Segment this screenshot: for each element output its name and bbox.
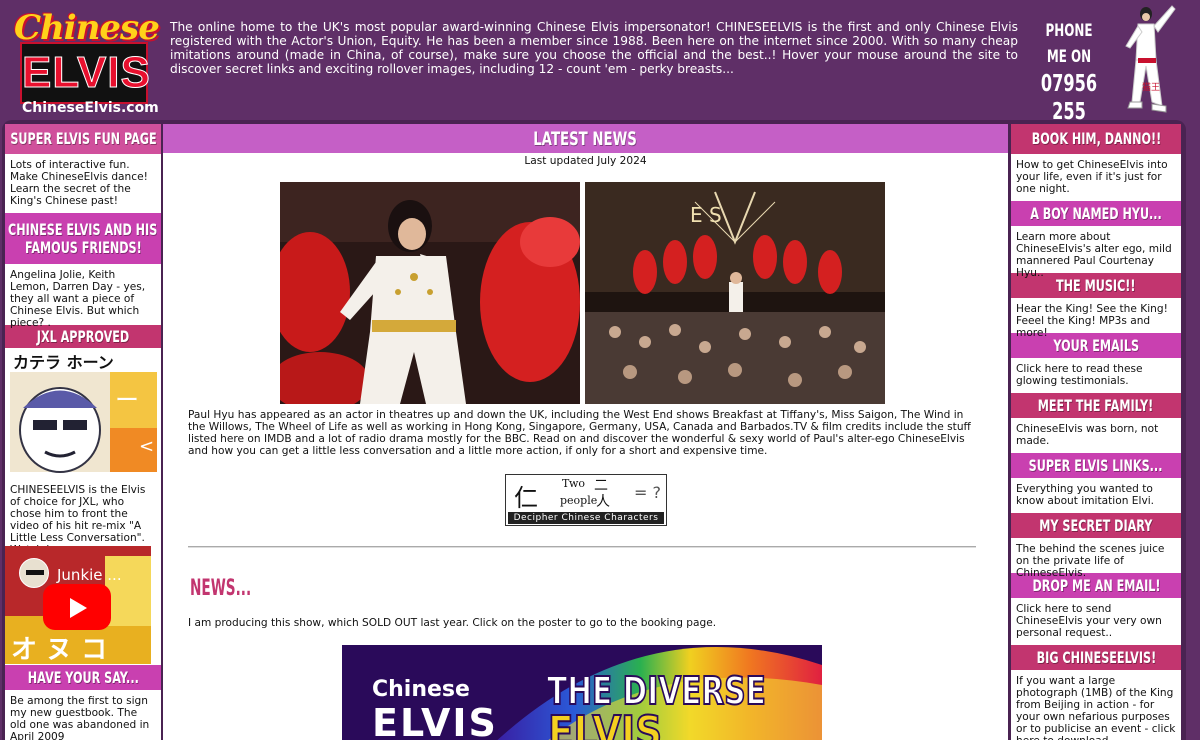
svg-text:オ ヌ コ: オ ヌ コ	[11, 635, 107, 664]
intro-text: The online home to the UK's most popular…	[170, 20, 1018, 76]
decipher-banner-label: Decipher Chinese Characters	[508, 512, 664, 524]
decipher-char-ren: 仁	[514, 484, 538, 512]
decipher-equals-question: = ?	[634, 483, 661, 502]
phone-label: PHONE ME ON	[1045, 21, 1093, 67]
big-chineseelvis-heading-label: BIG CHINESEELVIS!	[1036, 647, 1156, 667]
book-him-heading[interactable]: BOOK HIM, DANNO!!	[1011, 124, 1181, 154]
logo-elvis-text: ELVIS	[22, 48, 151, 98]
photo-gallery: E S	[280, 182, 885, 404]
meet-family-heading[interactable]: MEET THE FAMILY!	[1011, 392, 1181, 418]
secret-diary-heading-label: MY SECRET DIARY	[1039, 515, 1153, 535]
super-elvis-links-heading[interactable]: SUPER ELVIS LINKS...	[1011, 452, 1181, 478]
jxl-heading-label: JXL APPROVED	[36, 326, 130, 346]
news-text: I am producing this show, which SOLD OUT…	[188, 617, 717, 629]
stage-show-photo[interactable]: E S	[585, 182, 885, 404]
have-your-say-heading[interactable]: HAVE YOUR SAY...	[5, 664, 161, 690]
famous-friends-heading[interactable]: CHINESE ELVIS AND HIS FAMOUS FRIENDS!	[5, 212, 161, 264]
secret-diary-heading[interactable]: MY SECRET DIARY	[1011, 512, 1181, 538]
your-emails-heading-label: YOUR EMAILS	[1053, 335, 1139, 355]
dancing-elvis-figure[interactable]: 猫王	[1118, 2, 1180, 116]
meet-family-heading-label: MEET THE FAMILY!	[1038, 395, 1154, 415]
latest-news-heading-label: LATEST NEWS	[533, 127, 638, 150]
secret-diary-text[interactable]: The behind the scenes juice on the priva…	[1011, 538, 1181, 579]
decipher-char-people: 人	[596, 494, 610, 510]
book-him-heading-label: BOOK HIM, DANNO!!	[1031, 129, 1161, 148]
decipher-banner-art: 仁 Two 二 people 人 = ?	[506, 475, 666, 512]
section-divider	[188, 546, 976, 548]
poster-elvis-text: ELVIS	[372, 701, 498, 740]
main-content: LATEST NEWS Last updated July 2024 E S P…	[163, 124, 1008, 740]
svg-text:猫王: 猫王	[1142, 81, 1160, 93]
phone-number-part1: 07956	[1040, 71, 1098, 97]
fun-page-heading-label: SUPER ELVIS FUN PAGE	[9, 129, 157, 148]
right-sidebar: BOOK HIM, DANNO!! How to get ChineseElvi…	[1011, 124, 1181, 740]
jxl-artwork-image[interactable]: カテラ ホーン ー <	[5, 348, 161, 478]
logo-elvis-box: ELVIS	[20, 42, 151, 104]
fun-page-heading[interactable]: SUPER ELVIS FUN PAGE	[5, 124, 161, 154]
logo-site-name: ChineseElvis.com	[22, 100, 159, 116]
decipher-people-label: people	[560, 494, 598, 507]
famous-friends-heading-line2: FAMOUS FRIENDS!	[24, 237, 142, 257]
big-chineseelvis-heading[interactable]: BIG CHINESEELVIS!	[1011, 644, 1181, 670]
svg-text:<: <	[139, 436, 154, 457]
have-your-say-text[interactable]: Be among the first to sign my new guestb…	[5, 690, 161, 740]
boy-named-hyu-heading[interactable]: A BOY NAMED HYU...	[1011, 200, 1181, 226]
bio-paragraph: Paul Hyu has appeared as an actor in the…	[188, 409, 971, 457]
boy-named-hyu-heading-label: A BOY NAMED HYU...	[1030, 203, 1162, 223]
poster-title-line2: ELVIS	[547, 706, 663, 740]
super-elvis-links-text[interactable]: Everything you wanted to know about imit…	[1011, 478, 1181, 512]
jxl-text[interactable]: CHINESEELVIS is the Elvis of choice for …	[5, 478, 161, 556]
fun-page-text[interactable]: Lots of interactive fun. Make ChineseElv…	[5, 154, 161, 212]
big-chineseelvis-text[interactable]: If you want a large photograph (1MB) of …	[1011, 670, 1181, 740]
last-updated-text: Last updated July 2024	[524, 155, 647, 167]
latest-news-heading: LATEST NEWS	[163, 124, 1008, 153]
music-heading-label: THE MUSIC!!	[1056, 275, 1136, 295]
famous-friends-text[interactable]: Angelina Jolie, Keith Lemon, Darren Day …	[5, 264, 161, 329]
news-heading: NEWS...	[190, 576, 252, 601]
video-avatar	[19, 558, 49, 588]
svg-text:ー: ー	[115, 386, 139, 414]
music-text[interactable]: Hear the King! See the King! Feeel the K…	[1011, 298, 1181, 339]
video-title[interactable]: Junkie ...	[57, 566, 122, 584]
book-him-text[interactable]: How to get ChineseElvis into your life, …	[1011, 154, 1181, 200]
youtube-video-embed[interactable]: オ ヌ コ Junkie ...	[5, 546, 151, 664]
your-emails-text[interactable]: Click here to read these glowing testimo…	[1011, 358, 1181, 392]
decipher-two-label: Two	[562, 477, 585, 490]
decipher-chinese-characters-banner[interactable]: 仁 Two 二 people 人 = ? Decipher Chinese Ch…	[505, 474, 667, 526]
svg-text:E S: E S	[690, 203, 722, 227]
drop-email-heading-label: DROP ME AN EMAIL!	[1031, 575, 1161, 595]
diverse-elvis-show-poster[interactable]: Chinese ELVIS THE DIVERSE ELVIS	[342, 645, 822, 740]
have-your-say-heading-label: HAVE YOUR SAY...	[27, 667, 139, 687]
youtube-play-button[interactable]	[43, 584, 111, 630]
play-icon	[70, 598, 87, 618]
site-logo[interactable]: Chinese ELVIS ChineseElvis.com	[12, 8, 160, 116]
svg-text:カテラ ホーン: カテラ ホーン	[13, 353, 114, 372]
famous-friends-heading-line1: CHINESE ELVIS AND HIS	[8, 219, 158, 239]
meet-family-text[interactable]: ChineseElvis was born, not made.	[1011, 418, 1181, 452]
drop-email-text[interactable]: Click here to send ChineseElvis your ver…	[1011, 598, 1181, 644]
site-header: Chinese ELVIS ChineseElvis.com The onlin…	[0, 0, 1200, 153]
elvis-singing-photo[interactable]	[280, 182, 580, 404]
left-sidebar: SUPER ELVIS FUN PAGE Lots of interactive…	[5, 124, 161, 740]
poster-chinese-text: Chinese	[372, 677, 470, 702]
super-elvis-links-heading-label: SUPER ELVIS LINKS...	[1029, 455, 1163, 475]
boy-named-hyu-text[interactable]: Learn more about ChineseElvis's alter eg…	[1011, 226, 1181, 279]
drop-email-heading[interactable]: DROP ME AN EMAIL!	[1011, 572, 1181, 598]
